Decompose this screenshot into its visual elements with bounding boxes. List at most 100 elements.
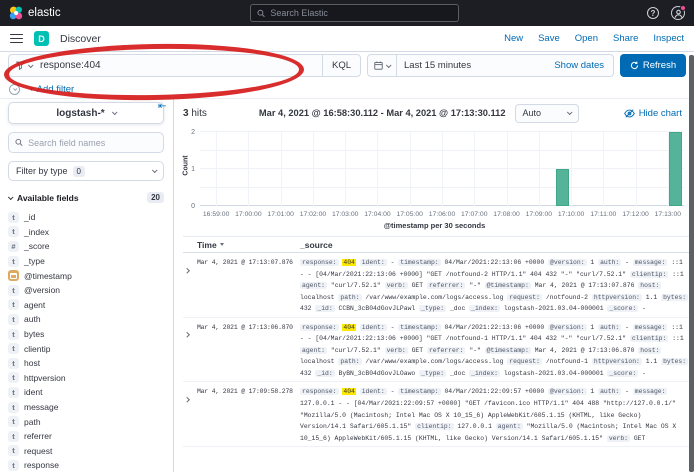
available-fields-header[interactable]: Available fields 20 bbox=[8, 192, 164, 203]
vertical-scrollbar[interactable] bbox=[689, 55, 694, 472]
global-search-input[interactable] bbox=[270, 8, 452, 18]
new-button[interactable]: New bbox=[504, 33, 523, 44]
field-item-response[interactable]: tresponse bbox=[8, 458, 164, 472]
add-filter-button[interactable]: + Add filter bbox=[29, 84, 74, 95]
source-field-name: httpversion: bbox=[592, 358, 642, 365]
x-tick-label: 17:10:00 bbox=[558, 211, 584, 218]
hide-chart-button[interactable]: Hide chart bbox=[624, 108, 682, 119]
quick-select-button[interactable] bbox=[368, 55, 397, 76]
refresh-button[interactable]: Refresh bbox=[620, 54, 686, 77]
field-item--timestamp[interactable]: @timestamp bbox=[8, 268, 164, 283]
app-nav: D Discover New Save Open Share Inspect bbox=[0, 26, 694, 52]
field-item--score[interactable]: #_score bbox=[8, 239, 164, 254]
field-item-path[interactable]: tpath bbox=[8, 414, 164, 429]
date-field-type-icon bbox=[8, 270, 19, 281]
field-search-input[interactable] bbox=[28, 138, 157, 148]
expand-doc-button[interactable] bbox=[183, 322, 197, 380]
interval-value: Auto bbox=[523, 108, 542, 118]
doc-source: response: 404 ident: - timestamp: 04/Mar… bbox=[300, 322, 689, 380]
elastic-logo[interactable]: elastic bbox=[9, 6, 61, 20]
discover-main: 3 hits Mar 4, 2021 @ 16:58:30.112 - Mar … bbox=[175, 99, 694, 472]
gridline-v bbox=[345, 132, 346, 206]
inspect-button[interactable]: Inspect bbox=[653, 33, 684, 44]
doc-source: response: 404 ident: - timestamp: 04/Mar… bbox=[300, 257, 689, 315]
histogram-plot[interactable]: 16:59:0017:00:0017:01:0017:02:0017:03:00… bbox=[200, 132, 684, 206]
field-item--version[interactable]: t@version bbox=[8, 283, 164, 298]
time-range-value[interactable]: Last 15 minutes bbox=[397, 60, 471, 71]
x-axis-label: @timestamp per 30 seconds bbox=[183, 221, 686, 230]
gridline-v bbox=[410, 132, 411, 206]
histogram-chart: Count 16:59:0017:00:0017:01:0017:02:0017… bbox=[183, 128, 686, 232]
collapse-sidebar-icon[interactable]: ⇤ bbox=[158, 101, 166, 112]
field-name: agent bbox=[24, 300, 45, 310]
source-field-name: request: bbox=[507, 294, 542, 301]
field-item-clientip[interactable]: tclientip bbox=[8, 341, 164, 356]
index-pattern-label: logstash-* bbox=[56, 108, 104, 119]
field-item--type[interactable]: t_type bbox=[8, 254, 164, 269]
interval-select[interactable]: Auto bbox=[515, 104, 579, 123]
hide-chart-label: Hide chart bbox=[639, 108, 682, 119]
field-item--index[interactable]: t_index bbox=[8, 225, 164, 240]
gridline-v bbox=[216, 132, 217, 206]
source-field-name: _type: bbox=[419, 370, 446, 377]
share-button[interactable]: Share bbox=[613, 33, 638, 44]
source-field-name: _index: bbox=[469, 305, 500, 312]
field-item-referrer[interactable]: treferrer bbox=[8, 429, 164, 444]
source-field-name: verb: bbox=[385, 282, 408, 289]
field-item-agent[interactable]: tagent bbox=[8, 298, 164, 313]
field-search[interactable] bbox=[8, 132, 164, 153]
field-item-auth[interactable]: tauth bbox=[8, 312, 164, 327]
saved-query-menu-button[interactable] bbox=[9, 55, 37, 76]
query-text[interactable]: response:404 bbox=[37, 60, 322, 71]
histogram-bar[interactable] bbox=[556, 169, 570, 206]
source-field-name: response: bbox=[300, 324, 339, 331]
discover-app-badge[interactable]: D bbox=[34, 31, 49, 46]
show-dates-button[interactable]: Show dates bbox=[554, 60, 613, 71]
field-item-message[interactable]: tmessage bbox=[8, 400, 164, 415]
field-item-httpversion[interactable]: thttpversion bbox=[8, 371, 164, 386]
source-field-name: auth: bbox=[598, 388, 621, 395]
expand-doc-button[interactable] bbox=[183, 386, 197, 444]
string-field-type-icon: t bbox=[8, 445, 19, 456]
help-icon[interactable]: ? bbox=[647, 7, 659, 19]
filter-by-type-button[interactable]: Filter by type 0 bbox=[8, 161, 164, 181]
filter-bar: + Add filter bbox=[9, 82, 74, 97]
string-field-type-icon: t bbox=[8, 416, 19, 427]
open-button[interactable]: Open bbox=[575, 33, 598, 44]
string-field-type-icon: t bbox=[8, 256, 19, 267]
global-search[interactable] bbox=[250, 4, 459, 22]
source-field-name: referrer: bbox=[427, 347, 466, 354]
number-field-type-icon: # bbox=[8, 241, 19, 252]
field-item-request[interactable]: trequest bbox=[8, 444, 164, 459]
page-title: Discover bbox=[60, 33, 101, 45]
field-item--id[interactable]: t_id bbox=[8, 210, 164, 225]
filter-icon bbox=[16, 61, 25, 70]
source-field-name: ident: bbox=[360, 259, 387, 266]
field-name: _id bbox=[24, 212, 35, 222]
source-field-name: auth: bbox=[598, 324, 621, 331]
kql-language-button[interactable]: KQL bbox=[322, 55, 360, 76]
refresh-label: Refresh bbox=[643, 60, 676, 71]
field-item-ident[interactable]: tident bbox=[8, 385, 164, 400]
y-tick-label: 2 bbox=[191, 129, 195, 136]
time-column-header[interactable]: Time bbox=[183, 240, 300, 250]
documents-table: Time _source Mar 4, 2021 @ 17:13:07.876r… bbox=[183, 236, 689, 472]
date-picker[interactable]: Last 15 minutes Show dates bbox=[367, 54, 614, 77]
histogram-bar[interactable] bbox=[669, 132, 683, 206]
source-field-name: message: bbox=[633, 259, 668, 266]
source-field-name: clientip: bbox=[415, 423, 454, 430]
expand-doc-button[interactable] bbox=[183, 257, 197, 315]
index-pattern-select[interactable]: logstash-* bbox=[8, 102, 164, 124]
table-header: Time _source bbox=[183, 236, 689, 253]
query-input[interactable]: response:404 KQL bbox=[8, 54, 361, 77]
field-item-bytes[interactable]: tbytes bbox=[8, 327, 164, 342]
field-item-host[interactable]: thost bbox=[8, 356, 164, 371]
string-field-type-icon: t bbox=[8, 226, 19, 237]
user-avatar[interactable] bbox=[671, 6, 685, 20]
chevron-down-icon bbox=[28, 62, 34, 68]
filter-options-icon[interactable] bbox=[9, 84, 20, 95]
save-button[interactable]: Save bbox=[538, 33, 560, 44]
x-tick-label: 17:08:00 bbox=[493, 211, 519, 218]
source-column-header[interactable]: _source bbox=[300, 240, 333, 250]
menu-icon[interactable] bbox=[10, 34, 23, 44]
